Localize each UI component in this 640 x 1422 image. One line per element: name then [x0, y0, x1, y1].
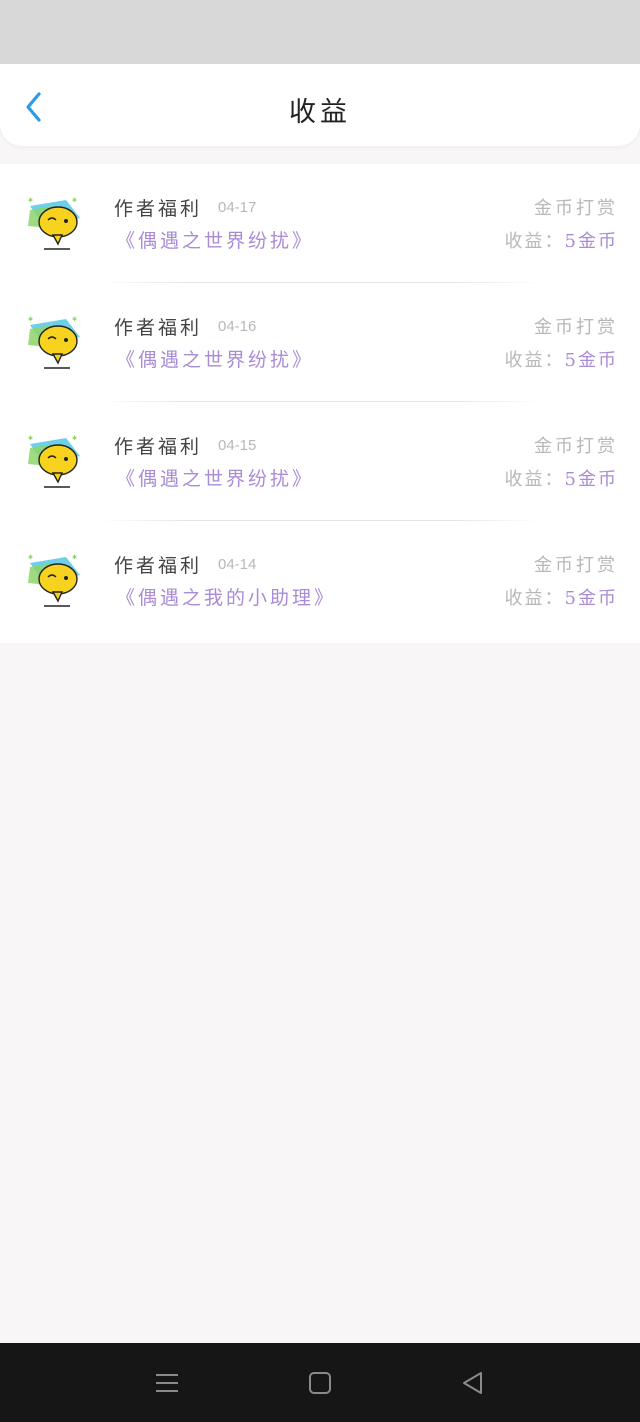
- earning-amount: 收益：5金币: [505, 584, 618, 610]
- earning-type: 金币打赏: [534, 436, 618, 457]
- square-home-icon: [309, 1372, 331, 1394]
- list-item[interactable]: ✱ ✱ 作者福利 04-15 《偶遇之世界纷扰》 金币打赏 收益：5金币: [0, 402, 640, 521]
- nav-back-button[interactable]: [457, 1367, 489, 1399]
- speech-bubble-emoji-icon: ✱ ✱: [28, 435, 80, 488]
- header: 收益: [0, 64, 640, 146]
- record-date: 04-16: [218, 318, 257, 335]
- speech-bubble-emoji-icon: ✱ ✱: [28, 197, 80, 250]
- svg-text:✱: ✱: [28, 435, 33, 442]
- svg-text:✱: ✱: [28, 197, 33, 204]
- source-label: 作者福利: [114, 317, 203, 339]
- list-item[interactable]: ✱ ✱ 作者福利 04-14 《偶遇之我的小助理》 金币打赏 收益：5金币: [0, 521, 640, 643]
- speech-bubble-emoji-icon: ✱ ✱: [28, 554, 80, 607]
- earning-type: 金币打赏: [534, 198, 618, 219]
- status-bar: [0, 0, 640, 66]
- list-item[interactable]: ✱ ✱ 作者福利 04-16 《偶遇之世界纷扰》 金币打赏 收益：5金币: [0, 283, 640, 402]
- svg-text:✱: ✱: [72, 435, 77, 442]
- triangle-back-icon: [463, 1372, 482, 1394]
- book-title: 《偶遇之世界纷扰》: [116, 349, 315, 371]
- menu-icon: [156, 1374, 178, 1392]
- earning-label: 收益：: [504, 469, 565, 490]
- earning-value: 5金币: [564, 350, 618, 371]
- svg-text:✱: ✱: [72, 316, 77, 323]
- earning-value: 5金币: [564, 588, 618, 609]
- earning-type: 金币打赏: [534, 317, 618, 338]
- book-title: 《偶遇之我的小助理》: [116, 587, 337, 609]
- earning-value: 5金币: [564, 469, 618, 490]
- nav-menu-button[interactable]: [151, 1367, 183, 1399]
- earning-label: 收益：: [504, 588, 565, 609]
- earnings-list: ✱ ✱ 作者福利 04-17 《偶遇之世界纷扰》 金币打赏 收益：5金币 ✱ ✱…: [0, 164, 640, 643]
- record-date: 04-15: [218, 437, 257, 454]
- earning-type: 金币打赏: [534, 555, 618, 576]
- source-label: 作者福利: [114, 555, 203, 577]
- svg-text:✱: ✱: [28, 316, 33, 323]
- list-item[interactable]: ✱ ✱ 作者福利 04-17 《偶遇之世界纷扰》 金币打赏 收益：5金币: [0, 164, 640, 283]
- source-label: 作者福利: [114, 436, 203, 458]
- earning-amount: 收益：5金币: [505, 346, 618, 372]
- record-date: 04-17: [218, 199, 257, 216]
- nav-home-button[interactable]: [304, 1367, 336, 1399]
- earning-amount: 收益：5金币: [505, 465, 618, 491]
- book-title: 《偶遇之世界纷扰》: [116, 468, 315, 490]
- speech-bubble-emoji-icon: ✱ ✱: [28, 316, 80, 369]
- system-nav-bar: [0, 1343, 640, 1422]
- earning-label: 收益：: [504, 231, 565, 252]
- earning-value: 5金币: [564, 231, 618, 252]
- record-date: 04-14: [218, 556, 257, 573]
- svg-text:✱: ✱: [28, 554, 33, 561]
- earning-label: 收益：: [504, 350, 565, 371]
- page-title: 收益: [289, 97, 351, 128]
- earning-amount: 收益：5金币: [505, 227, 618, 253]
- svg-text:✱: ✱: [72, 197, 77, 204]
- svg-text:✱: ✱: [72, 554, 77, 561]
- source-label: 作者福利: [114, 198, 203, 220]
- book-title: 《偶遇之世界纷扰》: [116, 230, 315, 252]
